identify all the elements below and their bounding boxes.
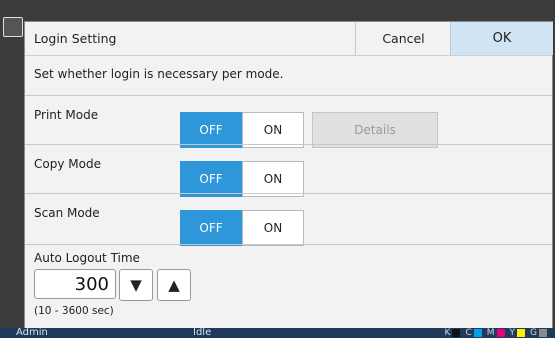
- device-status-bar: Admin Idle K C M Y G: [0, 328, 555, 338]
- ink-m: M: [487, 328, 505, 338]
- print-mode-label: Print Mode: [34, 108, 99, 122]
- dialog-title: Login Setting: [34, 31, 117, 46]
- copy-mode-toggle: OFF ON: [180, 161, 304, 197]
- copy-mode-off-button[interactable]: OFF: [180, 161, 242, 197]
- triangle-down-icon: ▼: [130, 276, 142, 294]
- ink-k: K: [445, 328, 461, 338]
- copy-mode-label: Copy Mode: [34, 157, 101, 171]
- print-mode-on-button[interactable]: ON: [242, 112, 304, 148]
- status-state: Idle: [193, 327, 212, 338]
- ink-y: Y: [510, 328, 526, 338]
- print-mode-details-button[interactable]: Details: [312, 112, 438, 148]
- dialog-titlebar: Login Setting Cancel OK: [25, 22, 553, 56]
- ink-levels: K C M Y G: [445, 328, 547, 338]
- auto-logout-label: Auto Logout Time: [34, 251, 140, 265]
- scan-mode-toggle: OFF ON: [180, 210, 304, 246]
- auto-logout-range: (10 - 3600 sec): [34, 305, 114, 317]
- scan-mode-label: Scan Mode: [34, 206, 100, 220]
- login-setting-dialog: Login Setting Cancel OK Set whether logi…: [24, 21, 553, 336]
- print-mode-off-button[interactable]: OFF: [180, 112, 242, 148]
- scan-mode-on-button[interactable]: ON: [242, 210, 304, 246]
- print-mode-toggle: OFF ON: [180, 112, 304, 148]
- device-corner-icon: [3, 17, 23, 37]
- ink-g: G: [530, 328, 547, 338]
- dialog-description: Set whether login is necessary per mode.: [34, 67, 284, 81]
- triangle-up-icon: ▲: [168, 276, 180, 294]
- auto-logout-value-field[interactable]: 300: [34, 269, 116, 299]
- ok-button[interactable]: OK: [450, 22, 553, 55]
- copy-mode-row: Copy Mode OFF ON: [25, 144, 552, 197]
- copy-mode-on-button[interactable]: ON: [242, 161, 304, 197]
- increase-button[interactable]: ▲: [157, 269, 191, 301]
- status-user: Admin: [16, 327, 48, 338]
- auto-logout-section: Auto Logout Time 300 ▼ ▲ (10 - 3600 sec): [25, 244, 552, 335]
- scan-mode-row: Scan Mode OFF ON: [25, 193, 552, 246]
- ink-c: C: [465, 328, 482, 338]
- scan-mode-off-button[interactable]: OFF: [180, 210, 242, 246]
- print-mode-row: Print Mode OFF ON Details: [25, 95, 552, 148]
- cancel-button[interactable]: Cancel: [355, 22, 451, 55]
- decrease-button[interactable]: ▼: [119, 269, 153, 301]
